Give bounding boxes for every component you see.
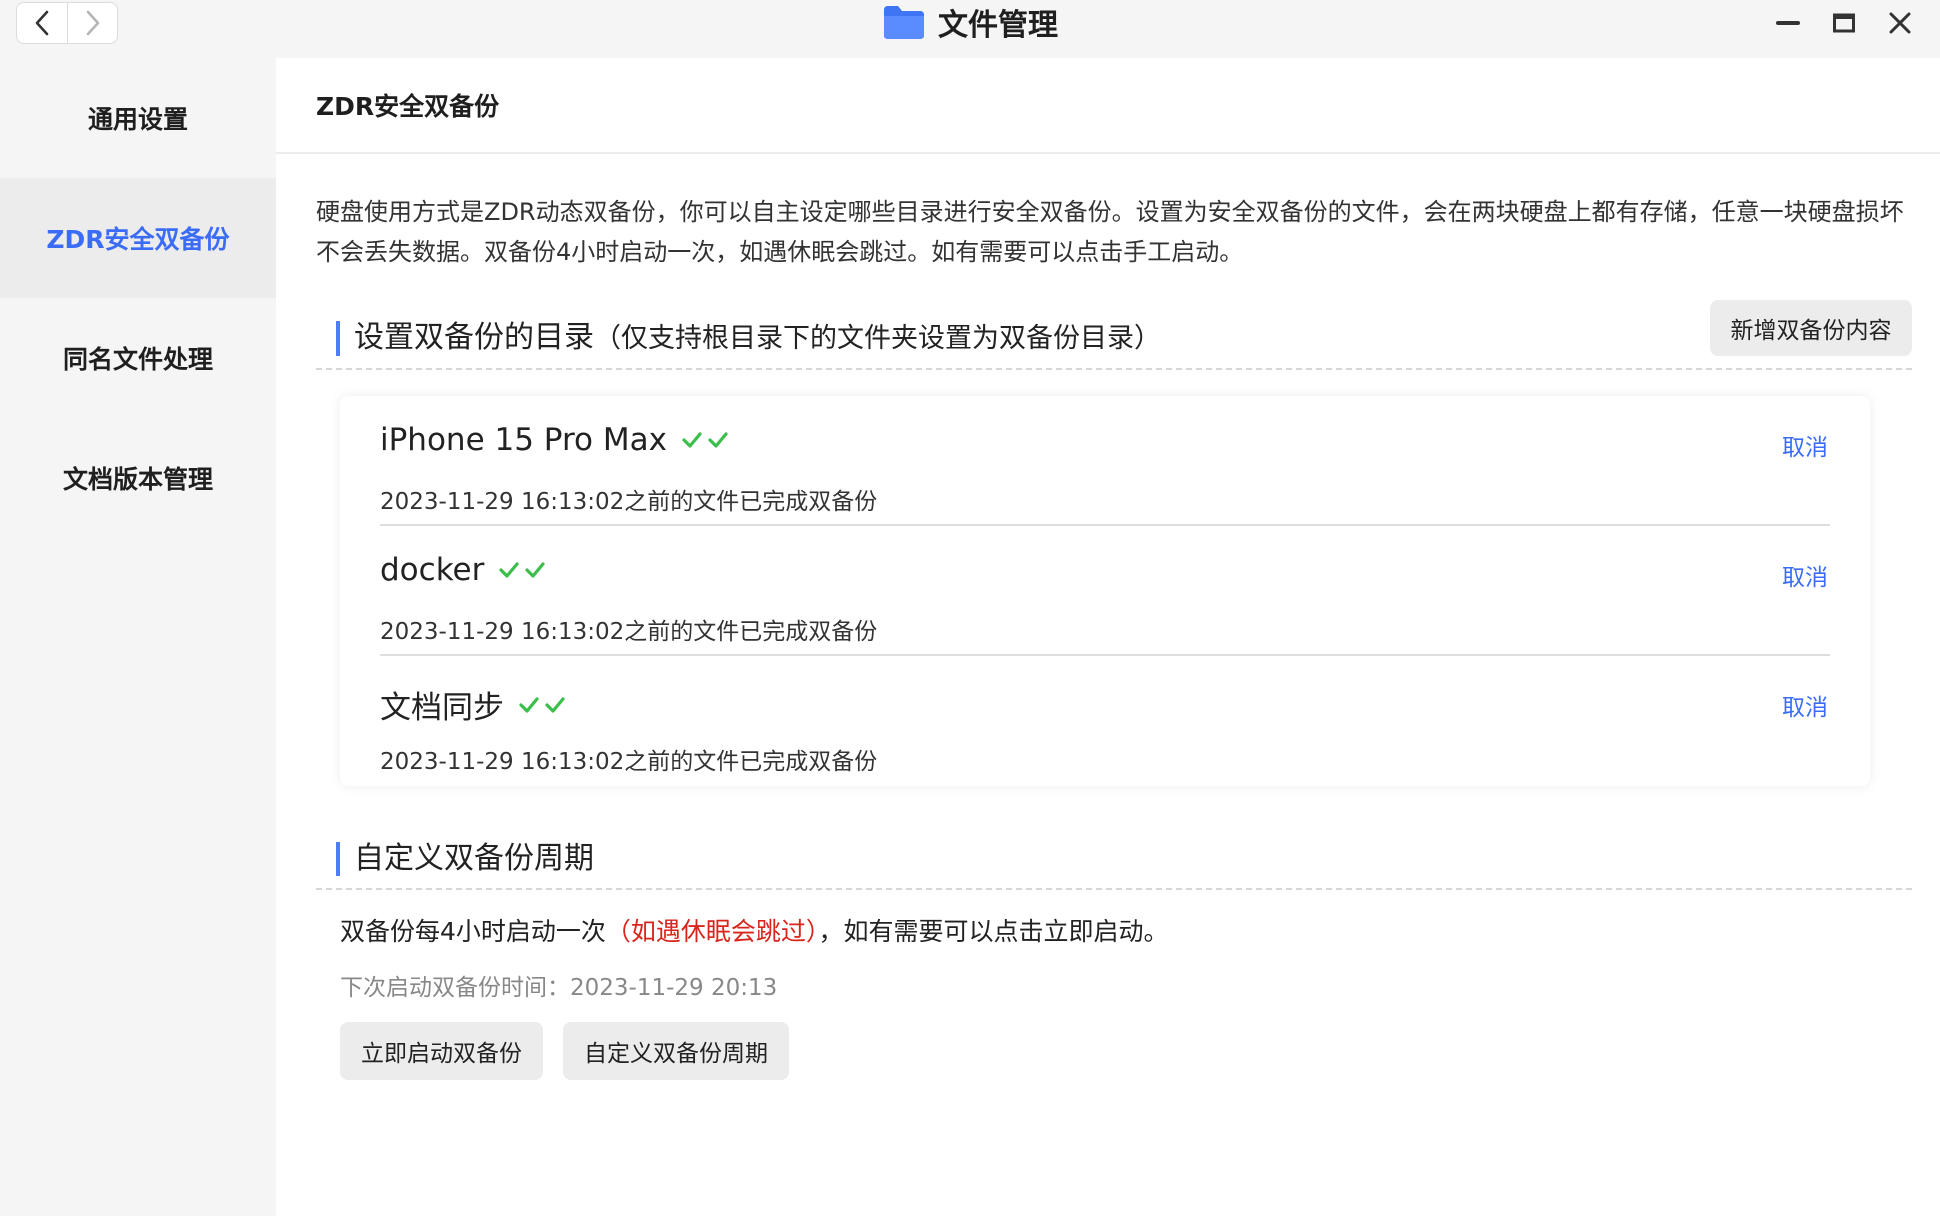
cancel-button[interactable]: 取消 [1782, 558, 1828, 592]
dir-name: iPhone 15 Pro Max [380, 422, 729, 458]
back-button[interactable] [17, 3, 67, 43]
section-title-note: （仅支持根目录下的文件夹设置为双备份目录） [594, 323, 1161, 354]
page-title: ZDR安全双备份 [276, 58, 1940, 154]
double-check-icon [498, 561, 546, 579]
dirs-section-header: 设置双备份的目录（仅支持根目录下的文件夹设置为双备份目录） 新增双备份内容 [316, 300, 1912, 370]
description-text: 硬盘使用方式是ZDR动态双备份，你可以自主设定哪些目录进行安全双备份。设置为安全… [316, 198, 1904, 266]
dir-name-text: iPhone 15 Pro Max [380, 422, 667, 458]
dir-name: docker [380, 552, 546, 588]
nav-buttons [16, 2, 118, 44]
next-backup-time: 下次启动双备份时间：2023-11-29 20:13 [340, 975, 778, 1001]
main-panel: ZDR安全双备份 硬盘使用方式是ZDR动态双备份，你可以自主设定哪些目录进行安全… [276, 58, 1940, 1216]
start-backup-button[interactable]: 立即启动双备份 [340, 1022, 543, 1080]
cancel-button[interactable]: 取消 [1782, 688, 1828, 722]
period-text-suffix: ，如有需要可以点击立即启动。 [818, 917, 1169, 946]
maximize-button[interactable] [1826, 5, 1862, 41]
chevron-left-icon [35, 10, 49, 36]
dir-name-text: 文档同步 [380, 690, 504, 726]
section-title: 设置双备份的目录（仅支持根目录下的文件夹设置为双备份目录） [336, 321, 1161, 356]
sidebar-item-label: 同名文件处理 [62, 345, 213, 374]
section-title-text: 设置双备份的目录 [354, 320, 594, 355]
dir-name: 文档同步 [380, 682, 566, 727]
minimize-icon [1776, 21, 1800, 25]
cancel-button[interactable]: 取消 [1782, 428, 1828, 462]
sidebar-item-label: ZDR安全双备份 [46, 225, 230, 254]
folder-icon [884, 6, 924, 39]
list-item: docker 2023-11-29 16:13:02之前的文件已完成双备份 取消 [380, 526, 1830, 656]
backup-dir-list: iPhone 15 Pro Max 2023-11-29 16:13:02之前的… [340, 396, 1870, 786]
title-bar: 文件管理 [0, 0, 1940, 58]
dir-name-text: docker [380, 552, 485, 588]
minimize-button[interactable] [1770, 5, 1806, 41]
sidebar-item-duplicate-files[interactable]: 同名文件处理 [0, 298, 276, 418]
close-button[interactable] [1882, 5, 1918, 41]
sidebar-item-zdr-backup[interactable]: ZDR安全双备份 [0, 178, 276, 298]
sidebar: 通用设置 ZDR安全双备份 同名文件处理 文档版本管理 [0, 58, 276, 1216]
period-section-header: 自定义双备份周期 [316, 820, 1912, 890]
sidebar-item-label: 通用设置 [87, 105, 188, 134]
double-check-icon [681, 431, 729, 449]
app-title: 文件管理 [0, 0, 1940, 44]
period-warning-text: （如遇休眠会跳过） [605, 917, 819, 946]
list-item: iPhone 15 Pro Max 2023-11-29 16:13:02之前的… [380, 396, 1830, 526]
sidebar-item-general-settings[interactable]: 通用设置 [0, 58, 276, 178]
add-backup-button[interactable]: 新增双备份内容 [1710, 300, 1912, 356]
chevron-right-icon [86, 10, 99, 36]
sidebar-item-label: 文档版本管理 [62, 465, 213, 494]
dir-status: 2023-11-29 16:13:02之前的文件已完成双备份 [380, 619, 878, 645]
dir-status: 2023-11-29 16:13:02之前的文件已完成双备份 [380, 489, 878, 515]
app-title-text: 文件管理 [938, 8, 1058, 43]
dir-status: 2023-11-29 16:13:02之前的文件已完成双备份 [380, 749, 878, 775]
period-text: 双备份每4小时启动一次 [340, 917, 606, 946]
sidebar-item-version-management[interactable]: 文档版本管理 [0, 418, 276, 538]
period-description: 双备份每4小时启动一次（如遇休眠会跳过），如有需要可以点击立即启动。 [340, 912, 1168, 948]
custom-period-button[interactable]: 自定义双备份周期 [563, 1022, 789, 1080]
window-controls [1770, 4, 1918, 42]
double-check-icon [518, 696, 566, 714]
forward-button[interactable] [67, 3, 117, 43]
list-item: 文档同步 2023-11-29 16:13:02之前的文件已完成双备份 取消 [380, 656, 1830, 786]
close-icon [1889, 12, 1911, 34]
maximize-icon [1833, 13, 1855, 33]
section-title-text: 自定义双备份周期 [354, 841, 594, 876]
section-title: 自定义双备份周期 [336, 842, 594, 876]
